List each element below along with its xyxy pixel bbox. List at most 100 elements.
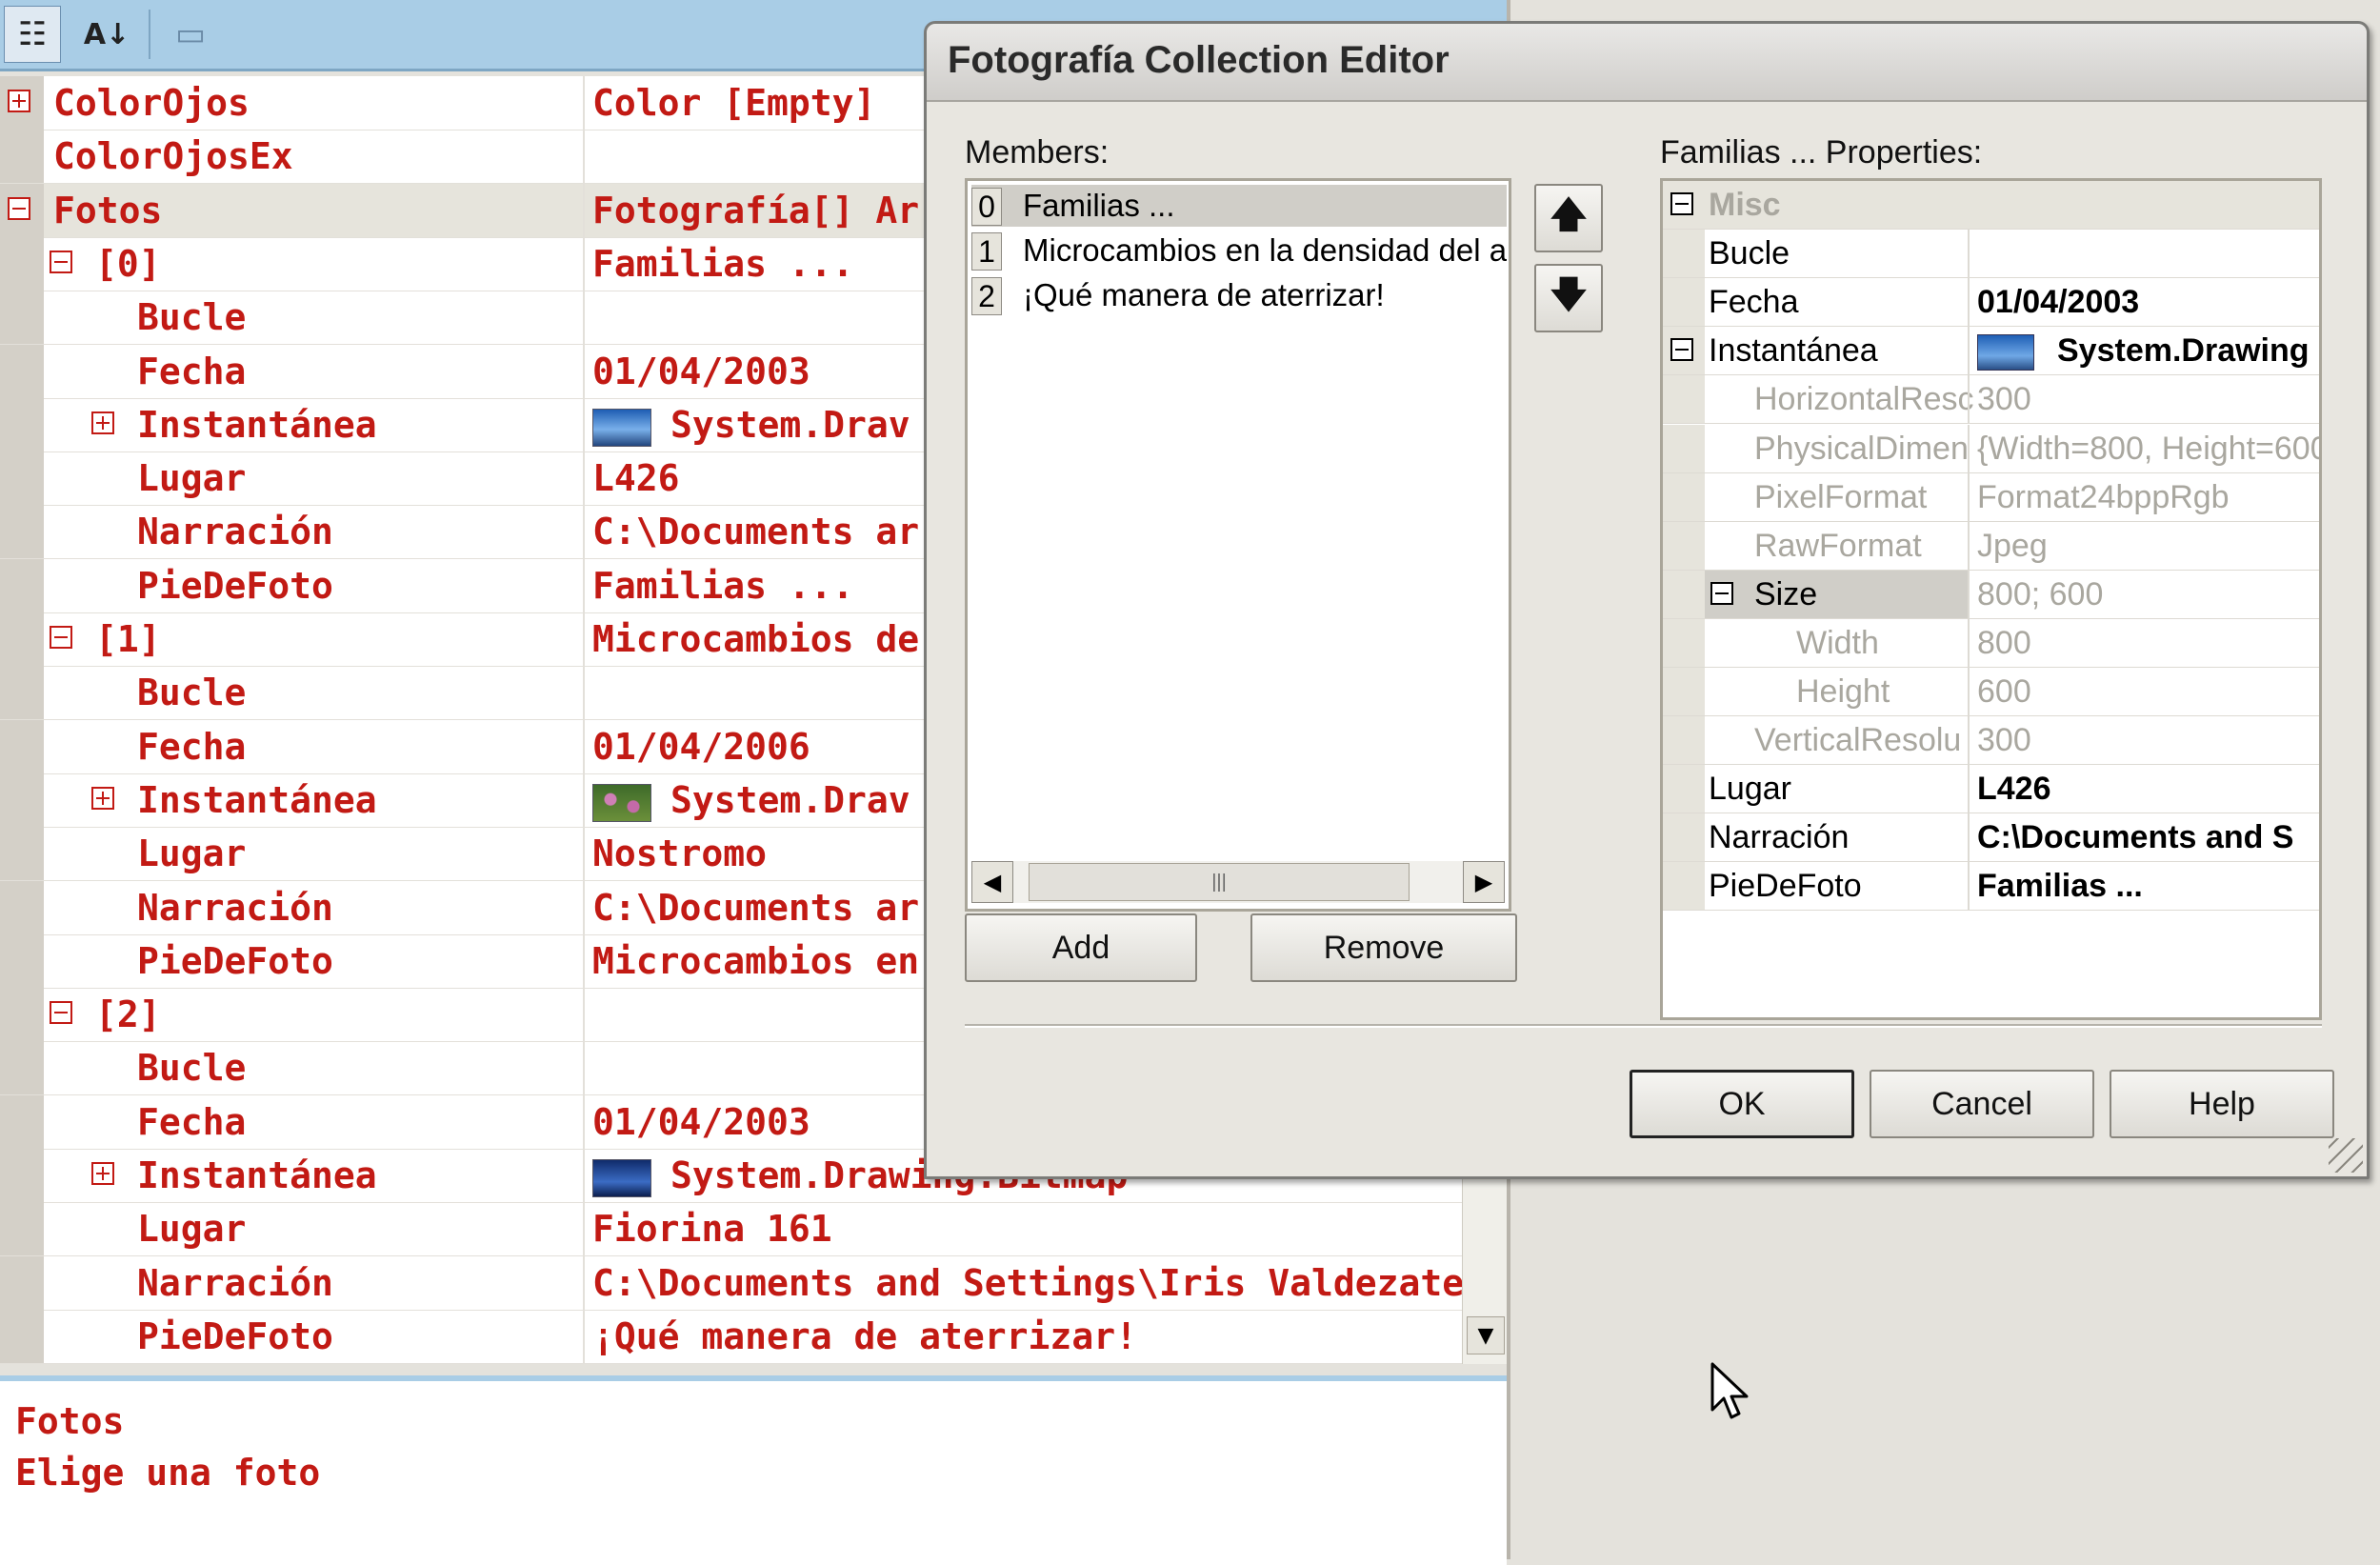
property-row[interactable]: Lugar L426 xyxy=(1663,765,2319,814)
property-value[interactable]: System.Drawing xyxy=(1977,327,2310,374)
property-value[interactable]: ¡Qué manera de aterrizar! xyxy=(592,1310,1137,1363)
help-button[interactable]: Help xyxy=(2110,1070,2334,1138)
column-divider[interactable] xyxy=(1968,327,1970,375)
property-value[interactable]: Familias ... xyxy=(592,237,854,291)
property-value[interactable]: Familias ... xyxy=(592,559,854,612)
move-down-button[interactable]: 🡇 xyxy=(1534,264,1603,332)
property-value[interactable]: 300 xyxy=(1977,375,2031,423)
column-divider[interactable] xyxy=(583,398,585,451)
member-item[interactable]: 1 Microcambios en la densidad del a xyxy=(971,230,1507,271)
property-value[interactable]: 01/04/2003 xyxy=(592,345,810,398)
property-row[interactable]: Instantánea System.Drawing xyxy=(1663,327,2319,376)
column-divider[interactable] xyxy=(583,559,585,612)
column-divider[interactable] xyxy=(1968,375,1970,424)
column-divider[interactable] xyxy=(583,827,585,880)
property-value[interactable]: Fiorina 161 xyxy=(592,1202,832,1255)
property-value[interactable]: 800; 600 xyxy=(1977,571,2103,618)
column-divider[interactable] xyxy=(1968,813,1970,862)
collapse-icon[interactable] xyxy=(1710,581,1733,605)
column-divider[interactable] xyxy=(583,1202,585,1255)
property-row[interactable]: PhysicalDimen {Width=800, Height=600 xyxy=(1663,424,2319,473)
column-divider[interactable] xyxy=(1968,862,1970,911)
property-row[interactable]: Narración C:\Documents and Settings\Iris … xyxy=(0,1256,1462,1311)
scroll-down-button[interactable]: ▼ xyxy=(1467,1316,1505,1354)
column-divider[interactable] xyxy=(1968,278,1970,327)
column-divider[interactable] xyxy=(1968,716,1970,765)
property-row[interactable]: Bucle xyxy=(1663,230,2319,279)
column-divider[interactable] xyxy=(1968,570,1970,618)
property-value[interactable]: Jpeg xyxy=(1977,522,2048,570)
column-divider[interactable] xyxy=(583,451,585,505)
collapse-icon[interactable] xyxy=(1670,192,1693,215)
property-value[interactable]: 800 xyxy=(1977,619,2031,667)
property-row[interactable]: Narración C:\Documents and S xyxy=(1663,813,2319,863)
collapse-icon[interactable] xyxy=(1670,338,1693,362)
scroll-left-button[interactable]: ◀ xyxy=(971,861,1013,903)
property-row[interactable]: PieDeFoto ¡Qué manera de aterrizar! xyxy=(0,1310,1462,1364)
property-pages-button[interactable]: ▭ xyxy=(162,6,219,63)
property-value[interactable]: 01/04/2003 xyxy=(592,1095,810,1149)
column-divider[interactable] xyxy=(583,505,585,558)
column-divider[interactable] xyxy=(583,1310,585,1363)
members-horizontal-scrollbar[interactable]: ◀ ||| ▶ xyxy=(971,861,1505,903)
column-divider[interactable] xyxy=(583,1095,585,1149)
member-properties-grid[interactable]: Misc Bucle Fecha 01/04/2003 Instantánea Syste… xyxy=(1660,178,2322,1020)
property-value[interactable]: Microcambios de xyxy=(592,612,919,666)
move-up-button[interactable]: 🡅 xyxy=(1534,184,1603,252)
property-row[interactable]: Height 600 xyxy=(1663,668,2319,716)
property-value[interactable]: 01/04/2003 xyxy=(1977,278,2139,326)
column-divider[interactable] xyxy=(583,76,585,130)
column-divider[interactable] xyxy=(583,291,585,344)
property-row[interactable]: VerticalResolu 300 xyxy=(1663,716,2319,766)
property-value[interactable]: System.Drav xyxy=(592,773,910,827)
column-divider[interactable] xyxy=(583,773,585,827)
scroll-right-button[interactable]: ▶ xyxy=(1463,861,1505,903)
column-divider[interactable] xyxy=(583,720,585,773)
property-value[interactable]: Microcambios en xyxy=(592,934,919,988)
collapse-icon[interactable] xyxy=(8,197,30,220)
column-divider[interactable] xyxy=(583,237,585,291)
column-divider[interactable] xyxy=(583,934,585,988)
property-row[interactable]: Lugar Fiorina 161 xyxy=(0,1202,1462,1256)
property-value[interactable]: C:\Documents and Settings\Iris Valdezate… xyxy=(592,1256,1462,1310)
property-value[interactable]: Nostromo xyxy=(592,827,767,880)
property-value[interactable]: {Width=800, Height=600 xyxy=(1977,425,2319,472)
property-value[interactable]: 300 xyxy=(1977,716,2031,764)
property-row[interactable]: HorizontalResc 300 xyxy=(1663,375,2319,425)
collapse-icon[interactable] xyxy=(50,1001,72,1024)
categorized-view-button[interactable]: ☷ xyxy=(4,6,61,63)
column-divider[interactable] xyxy=(583,666,585,719)
collapse-icon[interactable] xyxy=(50,251,72,273)
property-row[interactable]: PixelFormat Format24bppRgb xyxy=(1663,472,2319,522)
expand-icon[interactable] xyxy=(91,787,114,810)
property-value[interactable]: Familias ... xyxy=(1977,862,2143,910)
member-item[interactable]: 2 ¡Qué manera de aterrizar! xyxy=(971,274,1507,316)
column-divider[interactable] xyxy=(583,345,585,398)
property-value[interactable]: 600 xyxy=(1977,668,2031,715)
property-value[interactable]: L426 xyxy=(592,451,680,505)
column-divider[interactable] xyxy=(583,881,585,934)
column-divider[interactable] xyxy=(1968,521,1970,570)
column-divider[interactable] xyxy=(1968,765,1970,813)
ok-button[interactable]: OK xyxy=(1630,1070,1854,1138)
property-value[interactable]: C:\Documents ar xyxy=(592,881,919,934)
expand-icon[interactable] xyxy=(8,90,30,112)
property-row[interactable]: Size 800; 600 xyxy=(1663,570,2319,619)
column-divider[interactable] xyxy=(583,1041,585,1094)
expand-icon[interactable] xyxy=(91,1162,114,1185)
column-divider[interactable] xyxy=(1968,472,1970,521)
column-divider[interactable] xyxy=(583,1149,585,1202)
resize-grip-icon[interactable] xyxy=(2329,1138,2363,1173)
expand-icon[interactable] xyxy=(91,411,114,434)
property-row[interactable]: Width 800 xyxy=(1663,618,2319,668)
column-divider[interactable] xyxy=(1968,618,1970,667)
column-divider[interactable] xyxy=(1968,424,1970,472)
property-value[interactable]: Format24bppRgb xyxy=(1977,473,2230,521)
category-row[interactable]: Misc xyxy=(1663,181,2319,230)
property-value[interactable]: Color [Empty] xyxy=(592,76,875,130)
property-value[interactable]: Fotografía[] Arra xyxy=(592,184,963,237)
member-item[interactable]: 0 Familias ... xyxy=(971,185,1507,227)
dialog-title-bar[interactable]: Fotografía Collection Editor xyxy=(927,24,2367,102)
remove-button[interactable]: Remove xyxy=(1250,913,1517,982)
column-divider[interactable] xyxy=(1968,230,1970,278)
